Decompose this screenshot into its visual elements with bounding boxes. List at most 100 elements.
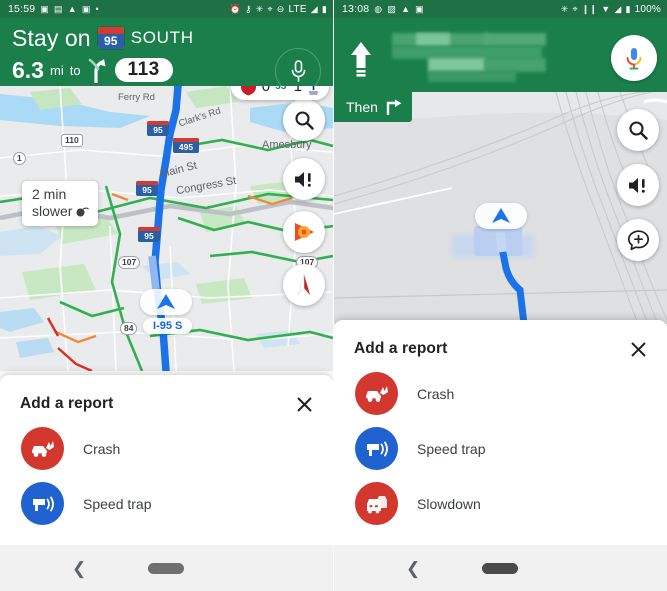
crash-icon [21, 427, 64, 470]
tottenham-crest-icon [308, 86, 319, 95]
sheet-bottom-padding [334, 531, 667, 545]
media-play-icon [295, 223, 314, 241]
sheet-bottom-padding [0, 531, 333, 545]
search-button[interactable] [617, 109, 659, 151]
google-microphone-icon [626, 47, 642, 70]
speed-camera-icon [21, 482, 64, 525]
status-bar-left: 15:59 ▣ ▤ ▲ ▣ • ⏰ ⚷ ✳ ⌖ ⊖ LTE ◢ ▮ [0, 0, 333, 18]
sim-card-icon: ▣ [415, 3, 424, 14]
status-bar-right-group: ✳ ⌖ ❙❙ ▼ ◢ ▮ 100% [561, 4, 661, 15]
status-bar-left-group: 13:08 ◍ ▨ ▲ ▣ [342, 3, 424, 15]
route-marker-110: 110 [61, 134, 83, 147]
route-marker-95-b: 95 [136, 181, 158, 196]
sheet-title: Add a report [20, 395, 114, 412]
route-shield-number: 95 [104, 34, 118, 48]
screen-left: 15:59 ▣ ▤ ▲ ▣ • ⏰ ⚷ ✳ ⌖ ⊖ LTE ◢ ▮ Stay o… [0, 0, 333, 591]
location-icon: ⌖ [267, 3, 273, 14]
traffic-slowdown-icon [76, 207, 90, 217]
instruction-row: Stay on 95 SOUTH [12, 22, 325, 54]
speaker-alert-icon [629, 177, 645, 193]
search-button[interactable] [283, 99, 325, 141]
report-option-speed-trap[interactable]: Speed trap [334, 421, 667, 476]
current-location-puck [140, 289, 192, 315]
back-chevron-icon[interactable]: ❮ [72, 560, 86, 577]
blur-block [428, 58, 486, 72]
slight-right-exit-icon [88, 58, 106, 83]
report-option-speed-trap[interactable]: Speed trap [0, 476, 333, 531]
match-time: 55' [275, 86, 289, 92]
distance-value: 6.3 [12, 56, 44, 83]
report-option-label: Speed trap [83, 495, 152, 512]
voice-mic-button[interactable] [611, 35, 657, 81]
status-clock: 15:59 [8, 3, 36, 15]
add-report-sheet-right: Add a report Crash Speed trap Slowdown [334, 320, 667, 545]
then-label: Then [346, 99, 378, 115]
current-location-puck [475, 203, 527, 229]
eta-slower-chip[interactable]: 2 min slower [22, 181, 99, 226]
android-navbar-right: ❮ [334, 545, 667, 591]
location-icon: ⌖ [572, 3, 578, 14]
map-canvas-left[interactable]: Ferry Rd Clark's Rd Main St Congress St … [0, 86, 333, 371]
signal-icon: ◢ [310, 3, 318, 14]
speed-camera-glyph [32, 496, 54, 511]
navigation-header-left: Stay on 95 SOUTH 6.3 mi to 113 [0, 18, 333, 94]
sound-alerts-button[interactable] [283, 158, 325, 200]
back-chevron-icon[interactable]: ❮ [406, 560, 420, 577]
speed-camera-icon [355, 427, 398, 470]
battery-icon: ▮ [321, 3, 327, 14]
report-option-slowdown[interactable]: Slowdown [334, 476, 667, 531]
live-score-widget[interactable]: 0 55' 1 [230, 86, 329, 100]
wifi-icon: ▼ [601, 3, 611, 14]
map-canvas-right[interactable]: Then [334, 92, 667, 324]
home-pill-icon[interactable] [148, 562, 184, 574]
home-score: 0 [261, 86, 271, 95]
slowdown-glyph [366, 495, 387, 513]
add-report-icon [627, 229, 649, 250]
alarm-icon: ⏰ [229, 3, 241, 14]
do-not-disturb-icon: ⊖ [276, 3, 285, 14]
battery-percent-label: 100% [634, 3, 661, 15]
arsenal-crest-icon [240, 86, 256, 96]
report-option-label: Crash [417, 385, 455, 402]
photo-icon: ▨ [387, 3, 397, 14]
microphone-icon [291, 59, 305, 82]
media-play-button[interactable] [283, 211, 325, 253]
compass-button[interactable] [283, 264, 325, 306]
bluetooth-icon: ✳ [560, 3, 569, 14]
app-root: 15:59 ▣ ▤ ▲ ▣ • ⏰ ⚷ ✳ ⌖ ⊖ LTE ◢ ▮ Stay o… [0, 0, 667, 591]
add-report-sheet-left: Add a report Crash Speed trap [0, 375, 333, 545]
report-option-crash[interactable]: Crash [0, 421, 333, 476]
sound-alerts-button[interactable] [617, 164, 659, 206]
crash-icon [355, 372, 398, 415]
signal-icon: ◢ [614, 3, 622, 14]
report-option-label: Crash [83, 440, 121, 457]
distance-to-label: to [69, 62, 81, 78]
add-report-button[interactable] [617, 219, 659, 261]
away-score: 1 [293, 86, 302, 95]
battery-icon: ▮ [625, 3, 631, 14]
map-label-ferry-rd: Ferry Rd [118, 92, 155, 103]
blur-block [428, 71, 516, 82]
current-road-pill: I-95 S [143, 318, 193, 334]
eta-slower-line2: slower [32, 203, 73, 219]
messages-icon: ◍ [374, 3, 383, 14]
speed-camera-glyph [366, 441, 388, 456]
home-pill-icon[interactable] [482, 562, 518, 574]
instruction-prefix: Stay on [12, 24, 91, 51]
close-icon[interactable] [627, 338, 649, 360]
report-option-label: Slowdown [417, 495, 481, 512]
car-key-icon: ⚷ [244, 3, 252, 14]
status-clock: 13:08 [342, 3, 370, 15]
speaker-alert-icon [295, 171, 311, 187]
search-icon [629, 121, 648, 140]
instruction-direction: SOUTH [130, 28, 194, 47]
route-shield-icon: 95 [97, 27, 124, 49]
route-marker-495: 495 [173, 138, 199, 153]
status-bar-left-group: 15:59 ▣ ▤ ▲ ▣ • [8, 3, 99, 15]
close-icon[interactable] [293, 393, 315, 415]
blur-block [484, 58, 546, 72]
close-glyph [630, 341, 646, 357]
exit-number-pill[interactable]: 113 [114, 58, 173, 82]
report-option-crash[interactable]: Crash [334, 366, 667, 421]
vibrate-icon: ❙❙ [581, 3, 598, 14]
